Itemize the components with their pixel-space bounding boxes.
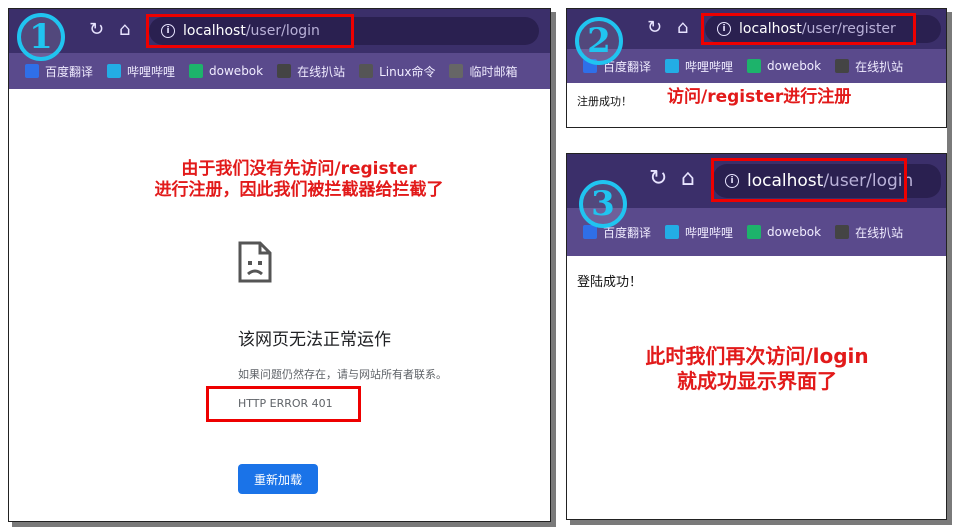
annotation-line-2: 就成功显示界面了	[677, 369, 837, 393]
url-highlight-box	[711, 158, 907, 202]
panel-login-success: ↻ ⌂ i localhost/user/login 百度翻译 哔哩哔哩 doweb…	[566, 153, 947, 520]
bookmark-label: 百度翻译	[45, 64, 94, 79]
bookmark-label: dowebok	[767, 59, 822, 73]
dowebok-icon	[747, 59, 762, 73]
bookmark-item[interactable]: 哔哩哔哩	[665, 58, 733, 75]
bookmark-label: dowebok	[767, 225, 822, 239]
linux-icon	[359, 64, 374, 78]
bilibili-icon	[107, 64, 122, 78]
panel-register: ↻ ⌂ i localhost/user/register 百度翻译 哔哩哔哩 do…	[566, 8, 947, 128]
bookmark-label: 哔哩哔哩	[127, 64, 176, 79]
bookmark-item[interactable]: 在线扒站	[835, 58, 903, 75]
bookmark-label: 临时邮箱	[469, 64, 518, 79]
spider-icon	[277, 64, 292, 78]
annotation-line-2: 进行注册，因此我们被拦截器给拦截了	[154, 180, 444, 201]
url-highlight-box	[146, 14, 354, 48]
annotation-text: 由于我们没有先访问/register 进行注册，因此我们被拦截器给拦截了	[89, 159, 509, 202]
bookmark-item[interactable]: 临时邮箱	[449, 63, 517, 80]
bookmark-item[interactable]: dowebok	[747, 59, 821, 73]
bookmark-item[interactable]: 百度翻译	[25, 63, 93, 80]
bookmark-label: 在线扒站	[855, 225, 904, 240]
bookmark-item[interactable]: 在线扒站	[835, 224, 903, 241]
url-highlight-box	[701, 13, 916, 45]
baidu-translate-icon	[583, 225, 597, 239]
reload-icon[interactable]: ↻	[89, 21, 104, 39]
home-icon[interactable]: ⌂	[677, 19, 688, 37]
annotation-line-1: 此时我们再次访问/login	[645, 344, 869, 368]
baidu-translate-icon	[25, 64, 39, 78]
home-icon[interactable]: ⌂	[681, 168, 695, 190]
bookmark-item[interactable]: dowebok	[189, 64, 263, 78]
step-number-badge: 2	[575, 17, 623, 65]
mail-icon	[449, 64, 464, 78]
home-icon[interactable]: ⌂	[119, 21, 130, 39]
page-message: 注册成功！	[577, 95, 632, 108]
panel-shadow	[12, 522, 555, 527]
panel-shadow	[570, 520, 951, 525]
error-title: 该网页无法正常运作	[238, 330, 391, 350]
bilibili-icon	[665, 225, 680, 239]
dowebok-icon	[747, 225, 762, 239]
error-code-highlight	[206, 386, 361, 422]
spider-icon	[835, 225, 850, 239]
panel-login-blocked: ↻ ⌂ i localhost/user/login 百度翻译 哔哩哔哩 doweb…	[8, 8, 551, 522]
reload-icon[interactable]: ↻	[649, 168, 667, 190]
step-number-badge: 3	[579, 180, 627, 228]
bookmark-label: 在线扒站	[297, 64, 346, 79]
reload-button[interactable]: 重新加载	[238, 464, 318, 494]
annotation-text: 访问/register进行注册	[667, 87, 852, 107]
bookmark-item[interactable]: Linux命令	[359, 63, 435, 80]
panel-shadow	[947, 12, 952, 525]
bookmark-item[interactable]: 哔哩哔哩	[107, 63, 175, 80]
bookmarks-bar: 百度翻译 哔哩哔哩 dowebok 在线扒站 Linux命令 临时邮箱	[9, 53, 550, 89]
bookmark-label: Linux命令	[379, 64, 436, 79]
annotation-line-1: 由于我们没有先访问/register	[181, 159, 417, 179]
bookmark-item[interactable]: 在线扒站	[277, 63, 345, 80]
bookmark-label: 哔哩哔哩	[685, 225, 734, 240]
bookmark-label: dowebok	[209, 64, 264, 78]
panel-shadow	[551, 12, 556, 527]
bookmark-item[interactable]: dowebok	[747, 225, 821, 239]
step-number-badge: 1	[17, 13, 65, 61]
bookmarks-bar: 百度翻译 哔哩哔哩 dowebok 在线扒站	[567, 49, 946, 83]
bookmark-label: 哔哩哔哩	[685, 59, 734, 74]
error-subtitle: 如果问题仍然存在，请与网站所有者联系。	[238, 368, 447, 381]
bookmark-label: 在线扒站	[855, 59, 904, 74]
spider-icon	[835, 59, 850, 73]
page-message: 登陆成功！	[577, 275, 643, 290]
bookmark-item[interactable]: 哔哩哔哩	[665, 224, 733, 241]
dowebok-icon	[189, 64, 204, 78]
reload-icon[interactable]: ↻	[647, 19, 662, 37]
bilibili-icon	[665, 59, 680, 73]
annotation-text: 此时我们再次访问/login 就成功显示界面了	[607, 344, 907, 394]
sad-page-icon	[238, 241, 272, 283]
